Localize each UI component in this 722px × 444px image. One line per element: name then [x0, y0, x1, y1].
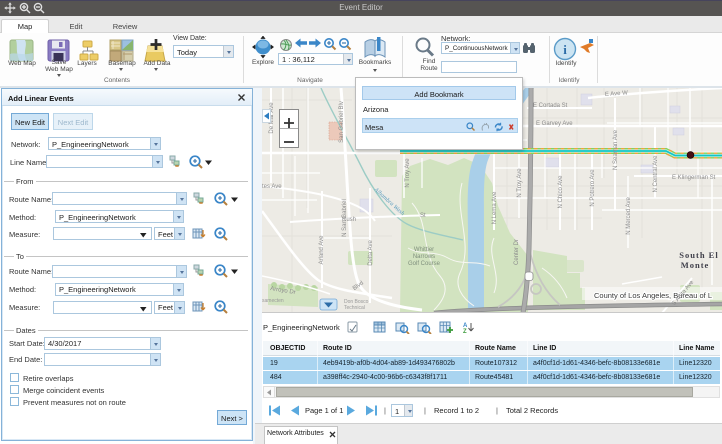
svg-text:N Troy Ave: N Troy Ave: [517, 168, 523, 198]
svg-text:N Merced Ave: N Merced Ave: [626, 197, 632, 235]
svg-text:N Central Ave: N Central Ave: [653, 155, 659, 193]
svg-text:Technical: Technical: [344, 305, 365, 311]
svg-text:N Potrero Ave: N Potrero Ave: [590, 169, 596, 207]
svg-text:Center Dr: Center Dr: [514, 239, 520, 265]
svg-text:Narrows: Narrows: [413, 254, 435, 260]
svg-text:St: St: [420, 213, 426, 219]
svg-text:i: i: [563, 42, 567, 57]
svg-text:N Seaman Ave: N Seaman Ave: [613, 129, 619, 170]
svg-text:Arland Ave: Arland Ave: [319, 235, 325, 265]
svg-text:Monte: Monte: [681, 260, 710, 270]
svg-text:samecten: samecten: [262, 298, 284, 304]
svg-text:Whittier: Whittier: [414, 247, 434, 253]
svg-text:E Klingerman St: E Klingerman St: [672, 175, 716, 181]
svg-text:South El: South El: [679, 250, 718, 260]
svg-text:Z: Z: [463, 329, 467, 334]
svg-text:N Lema Ave: N Lema Ave: [492, 191, 498, 224]
svg-text:tes Ave: tes Ave: [262, 184, 282, 190]
svg-text:San Gabriel Blv: San Gabriel Blv: [339, 101, 345, 143]
svg-text:N Chico Ave: N Chico Ave: [558, 175, 564, 209]
svg-text:Golf Course: Golf Course: [408, 261, 441, 267]
svg-text:Delta Ave: Delta Ave: [368, 240, 374, 266]
svg-text:County of Los Angeles, Bureau: County of Los Angeles, Bureau of L: [594, 291, 712, 300]
svg-text:N Troy Ave: N Troy Ave: [405, 158, 411, 188]
svg-text:N San Gabriel: N San Gabriel: [342, 199, 348, 237]
svg-text:E Cortada St: E Cortada St: [533, 103, 568, 109]
svg-text:E Garvey Ave: E Garvey Ave: [536, 121, 573, 127]
